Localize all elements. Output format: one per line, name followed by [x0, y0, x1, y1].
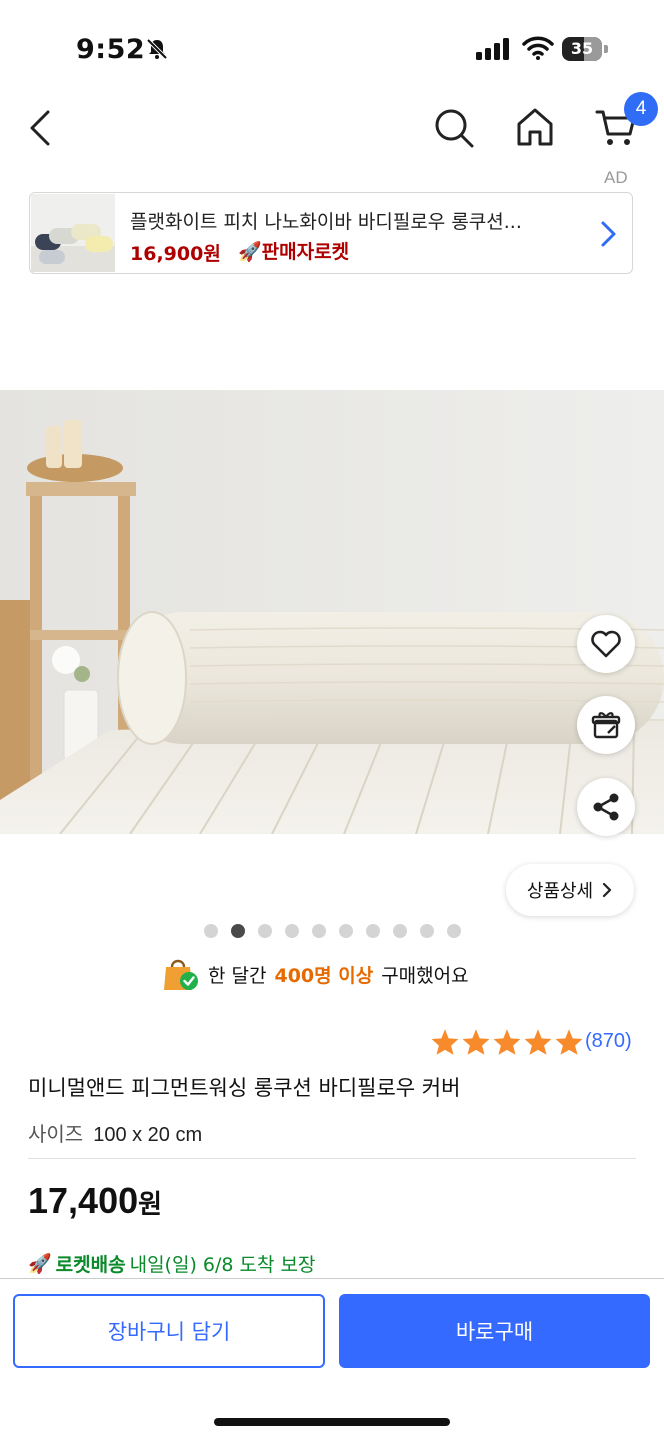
- pagination-dot[interactable]: [393, 924, 407, 938]
- battery-nub: [604, 45, 608, 53]
- pagination-dot[interactable]: [339, 924, 353, 938]
- ad-price: 16,900원: [130, 243, 221, 265]
- size-option[interactable]: 사이즈 100 x 20 cm: [28, 1118, 202, 1147]
- delivery-info: 🚀 로켓배송 내일(일) 6/8 도착 보장: [28, 1250, 315, 1277]
- size-value: 100 x 20 cm: [93, 1124, 203, 1146]
- product-detail-label: 상품상세: [526, 881, 594, 902]
- ad-product-thumbnail: [31, 194, 115, 272]
- product-title: 미니멀앤드 피그먼트워싱 롱쿠션 바디필로우 커버: [28, 1076, 461, 1100]
- purchase-prefix: 한 달간: [208, 964, 267, 987]
- chevron-right-icon: [603, 882, 612, 898]
- delivery-text: 내일(일) 6/8 도착 보장: [129, 1254, 316, 1276]
- heart-icon: [591, 630, 621, 658]
- pagination-dot[interactable]: [258, 924, 272, 938]
- pagination-dot[interactable]: [231, 924, 245, 938]
- share-icon: [593, 793, 619, 821]
- price-unit: 원: [138, 1190, 163, 1220]
- battery-indicator: 35: [562, 37, 602, 61]
- ad-seller-rocket-tag: 🚀판매자로켓: [238, 237, 349, 264]
- home-indicator: [214, 1418, 450, 1426]
- wishlist-button[interactable]: [577, 615, 635, 673]
- add-to-cart-button[interactable]: 장바구니 담기: [13, 1294, 325, 1368]
- size-label: 사이즈: [28, 1122, 84, 1146]
- chevron-right-icon: [601, 221, 616, 247]
- ad-tag-label: 판매자로켓: [261, 241, 350, 263]
- star-icon: [462, 1029, 490, 1055]
- rocket-icon: 🚀: [28, 1253, 52, 1275]
- image-pagination-dots[interactable]: [204, 924, 461, 938]
- ad-label: AD: [604, 168, 628, 187]
- purchase-suffix: 구매했어요: [381, 964, 469, 987]
- product-image[interactable]: [0, 390, 664, 834]
- back-chevron-icon[interactable]: [20, 104, 64, 152]
- search-icon[interactable]: [432, 106, 476, 150]
- product-price: 17,400원: [28, 1180, 162, 1222]
- status-time: 9:52: [76, 34, 146, 65]
- share-button[interactable]: [577, 778, 635, 836]
- cart-count-badge: 4: [624, 92, 658, 126]
- rocket-delivery-badge: 로켓배송: [55, 1254, 126, 1276]
- rocket-icon: 🚀: [238, 241, 262, 263]
- pagination-dot[interactable]: [204, 924, 218, 938]
- wifi-icon: [522, 36, 554, 60]
- star-icon: [431, 1029, 459, 1055]
- product-detail-button[interactable]: 상품상세: [506, 864, 634, 916]
- divider: [28, 1158, 636, 1159]
- battery-percent: 35: [570, 39, 594, 58]
- purchase-count-banner: 한 달간 400명 이상 구매했어요: [162, 956, 469, 992]
- pagination-dot[interactable]: [420, 924, 434, 938]
- star-icon: [493, 1029, 521, 1055]
- purchase-highlight: 400명 이상: [274, 964, 374, 987]
- price-amount: 17,400: [28, 1180, 139, 1221]
- star-icon: [555, 1029, 583, 1055]
- gift-button[interactable]: [577, 696, 635, 754]
- pagination-dot[interactable]: [366, 924, 380, 938]
- cellular-signal-icon: [476, 38, 509, 60]
- star-rating[interactable]: [430, 1028, 584, 1056]
- review-count[interactable]: (870): [585, 1030, 632, 1053]
- star-icon: [524, 1029, 552, 1055]
- ad-title: 플랫화이트 피치 나노화이바 바디필로우 롱쿠션...: [130, 211, 522, 233]
- bell-muted-icon: [146, 38, 168, 60]
- home-icon[interactable]: [512, 104, 558, 150]
- pagination-dot[interactable]: [312, 924, 326, 938]
- shopping-bag-check-icon: [164, 959, 198, 990]
- pagination-dot[interactable]: [447, 924, 461, 938]
- buy-now-button[interactable]: 바로구매: [339, 1294, 650, 1368]
- gift-icon: [591, 712, 621, 739]
- pagination-dot[interactable]: [285, 924, 299, 938]
- ad-banner[interactable]: 플랫화이트 피치 나노화이바 바디필로우 롱쿠션... 16,900원 🚀판매자…: [29, 192, 633, 274]
